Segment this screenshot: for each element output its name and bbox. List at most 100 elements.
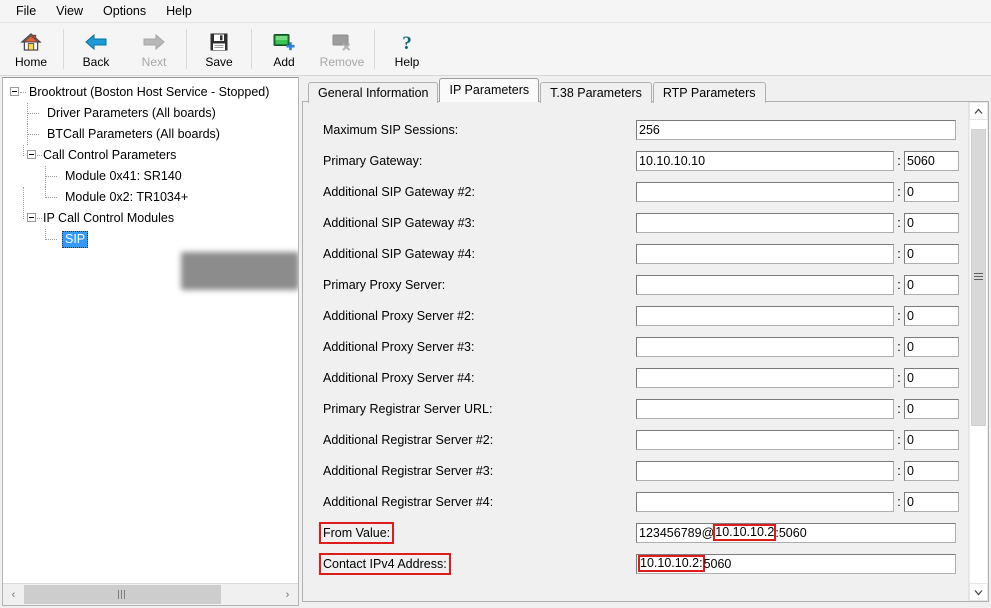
tree-hscroll-thumb[interactable]: [24, 585, 222, 604]
tree-node-module-sr140[interactable]: Module 0x41: SR140: [3, 166, 298, 187]
primary-proxy-server-input[interactable]: [636, 274, 894, 295]
tree-node-sip[interactable]: SIP: [3, 229, 298, 250]
tree-node-module-tr1034[interactable]: Module 0x2: TR1034+: [3, 187, 298, 208]
add-board-icon: [272, 30, 296, 54]
primary-registrar-server-url-port-input[interactable]: 0: [904, 398, 959, 419]
scroll-up-arrow-icon[interactable]: [969, 102, 988, 120]
form-vertical-scrollbar[interactable]: [968, 102, 988, 601]
additional-sip-gateway-4-port-input[interactable]: 0: [904, 243, 959, 264]
additional-proxy-server-4-input[interactable]: [636, 367, 894, 388]
menu-item-options[interactable]: Options: [93, 1, 156, 21]
additional-proxy-server-3-port-input[interactable]: 0: [904, 336, 959, 357]
additional-sip-gateway-3-port-input[interactable]: 0: [904, 212, 959, 233]
colon-separator: :: [897, 246, 901, 261]
toolbar-separator-4: [374, 29, 375, 69]
toolbar-label-add: Add: [273, 54, 295, 69]
tree-horizontal-scrollbar[interactable]: ‹ ›: [3, 583, 298, 605]
additional-sip-gateway-2-input[interactable]: [636, 181, 894, 202]
additional-proxy-server-3-input[interactable]: [636, 336, 894, 357]
toolbar-label-remove: Remove: [319, 54, 365, 69]
additional-sip-gateway-4-input[interactable]: [636, 243, 894, 264]
primary-gateway-input[interactable]: 10.10.10.10: [636, 150, 894, 171]
scroll-right-arrow-icon[interactable]: ›: [277, 584, 298, 605]
colon-separator: :: [897, 401, 901, 416]
toolbar-label-help: Help: [394, 54, 420, 69]
home-icon: [20, 30, 42, 54]
form-vscroll-thumb[interactable]: [971, 129, 986, 426]
additional-proxy-server-2-input[interactable]: [636, 305, 894, 326]
tree-connector-slot: [25, 124, 44, 145]
svg-text:?: ?: [402, 33, 412, 52]
scrollbar-grip-icon: [118, 590, 128, 599]
tree-node-call-control-parameters[interactable]: Call Control Parameters: [3, 145, 298, 166]
field-label: Additional Proxy Server #4:: [323, 370, 475, 385]
additional-proxy-server-2-port-input[interactable]: 0: [904, 305, 959, 326]
scroll-down-arrow-icon[interactable]: [969, 583, 988, 601]
tree-label[interactable]: Brooktrout (Boston Host Service - Stoppe…: [26, 84, 272, 101]
collapse-minus-icon[interactable]: [27, 213, 36, 222]
collapse-minus-icon[interactable]: [27, 150, 36, 159]
additional-registrar-server-3-input[interactable]: [636, 460, 894, 481]
collapse-minus-icon[interactable]: [10, 87, 19, 96]
additional-sip-gateway-2-port-input[interactable]: 0: [904, 181, 959, 202]
contact-ipv4-address-input[interactable]: 10.10.10.2: 5060: [636, 553, 956, 574]
tree-node-btcall-parameters[interactable]: BTCall Parameters (All boards): [3, 124, 298, 145]
toolbar-button-back[interactable]: Back: [67, 23, 125, 75]
toolbar-button-help[interactable]: ? Help: [378, 23, 436, 75]
tree-node-driver-parameters[interactable]: Driver Parameters (All boards): [3, 103, 298, 124]
additional-registrar-server-3-port-input[interactable]: 0: [904, 460, 959, 481]
field-label: Additional Proxy Server #2:: [323, 308, 475, 323]
additional-registrar-server-2-input[interactable]: [636, 429, 894, 450]
form-row-additional-sip-gateway-2: Additional SIP Gateway #2: : 0: [303, 176, 968, 207]
tree-vertical-line: [23, 145, 24, 156]
primary-gateway-port-input[interactable]: 5060: [904, 150, 959, 171]
tree-label[interactable]: Driver Parameters (All boards): [44, 105, 219, 122]
additional-registrar-server-4-port-input[interactable]: 0: [904, 491, 959, 512]
tree-label[interactable]: IP Call Control Modules: [40, 210, 177, 227]
question-mark-icon: ?: [398, 30, 416, 54]
colon-separator: :: [897, 494, 901, 509]
tree-expander-slot[interactable]: [21, 187, 42, 229]
tree-vertical-line: [23, 187, 24, 219]
maximum-sip-sessions-input[interactable]: 256: [636, 119, 956, 140]
from-value-input[interactable]: 123456789@ 10.10.10.2:5060: [636, 522, 956, 543]
toolbar-button-home[interactable]: Home: [2, 23, 60, 75]
redacted-region: [181, 252, 298, 290]
toolbar-label-save: Save: [205, 54, 233, 69]
tab-ip-parameters[interactable]: IP Parameters: [439, 78, 540, 102]
additional-sip-gateway-3-input[interactable]: [636, 212, 894, 233]
tree-node-brooktrout[interactable]: Brooktrout (Boston Host Service - Stoppe…: [3, 82, 298, 103]
tree-hscroll-track[interactable]: [24, 584, 277, 605]
form-vscroll-track[interactable]: [969, 120, 988, 583]
additional-proxy-server-4-port-input[interactable]: 0: [904, 367, 959, 388]
tree-dash-line: [20, 92, 26, 93]
remove-board-icon: [330, 30, 354, 54]
tab-general-information[interactable]: General Information: [308, 82, 439, 103]
primary-proxy-server-port-input[interactable]: 0: [904, 274, 959, 295]
tab-rtp-parameters[interactable]: RTP Parameters: [652, 82, 766, 103]
tree-label[interactable]: Call Control Parameters: [40, 147, 179, 164]
status-strip: [302, 602, 989, 606]
toolbar-button-add[interactable]: Add: [255, 23, 313, 75]
colon-separator: :: [897, 184, 901, 199]
menu-item-file[interactable]: File: [6, 1, 46, 21]
form-row-primary-gateway: Primary Gateway: 10.10.10.10 : 5060: [303, 145, 968, 176]
tree-label[interactable]: Module 0x41: SR140: [62, 168, 185, 185]
tree-label[interactable]: BTCall Parameters (All boards): [44, 126, 223, 143]
menu-item-help[interactable]: Help: [156, 1, 202, 21]
menu-item-view[interactable]: View: [46, 1, 93, 21]
additional-registrar-server-4-input[interactable]: [636, 491, 894, 512]
tab-t38-parameters[interactable]: T.38 Parameters: [540, 82, 652, 103]
toolbar-button-save[interactable]: Save: [190, 23, 248, 75]
tree-label-selected[interactable]: SIP: [62, 231, 89, 248]
tree-expander-slot[interactable]: [7, 82, 26, 103]
tree-node-ip-call-control-modules[interactable]: IP Call Control Modules: [3, 187, 298, 229]
primary-registrar-server-url-input[interactable]: [636, 398, 894, 419]
tree-connector-slot: [43, 166, 62, 187]
tree-label[interactable]: Module 0x2: TR1034+: [62, 189, 191, 206]
additional-registrar-server-2-port-input[interactable]: 0: [904, 429, 959, 450]
scroll-left-arrow-icon[interactable]: ‹: [3, 584, 24, 605]
tree-expander-slot[interactable]: [21, 145, 42, 166]
form-row-additional-sip-gateway-3: Additional SIP Gateway #3: : 0: [303, 207, 968, 238]
field-label: Primary Proxy Server:: [323, 277, 446, 292]
